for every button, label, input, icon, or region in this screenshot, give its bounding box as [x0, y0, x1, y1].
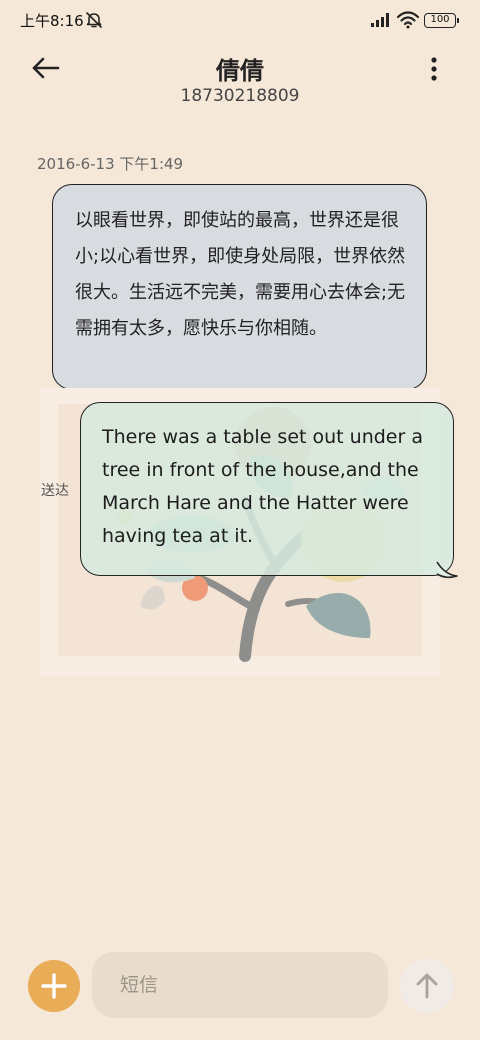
battery-icon: 100 — [424, 13, 459, 28]
send-button[interactable] — [400, 959, 454, 1013]
message-timestamp: 2016-6-13 下午1:49 — [37, 155, 184, 173]
more-vertical-icon — [431, 57, 437, 81]
contact-name[interactable]: 倩倩 — [140, 51, 340, 86]
arrow-left-icon — [32, 57, 60, 79]
back-button[interactable] — [28, 52, 64, 84]
wifi-icon — [397, 11, 419, 29]
incoming-message-bubble[interactable]: 以眼看世界，即使站的最高，世界还是很小;以心看世界，即使身处局限，世界依然很大。… — [52, 184, 427, 390]
outgoing-message-bubble[interactable]: There was a table set out under a tree i… — [80, 402, 454, 576]
status-time: 上午8:16 — [20, 12, 84, 30]
signal-icon — [371, 13, 389, 27]
bubble-tail — [436, 561, 458, 579]
more-button[interactable] — [420, 54, 448, 84]
conversation-screen: 上午8:16 100 倩倩 18730218809 2016-6-13 下午1:… — [0, 0, 480, 1040]
status-bar: 上午8:16 100 — [0, 0, 480, 40]
add-attachment-button[interactable] — [28, 960, 80, 1012]
mute-icon — [86, 12, 102, 28]
battery-level: 100 — [430, 14, 450, 25]
delivered-status: 送达 — [41, 483, 69, 499]
message-input[interactable] — [92, 952, 388, 1018]
contact-number[interactable]: 18730218809 — [140, 86, 340, 106]
